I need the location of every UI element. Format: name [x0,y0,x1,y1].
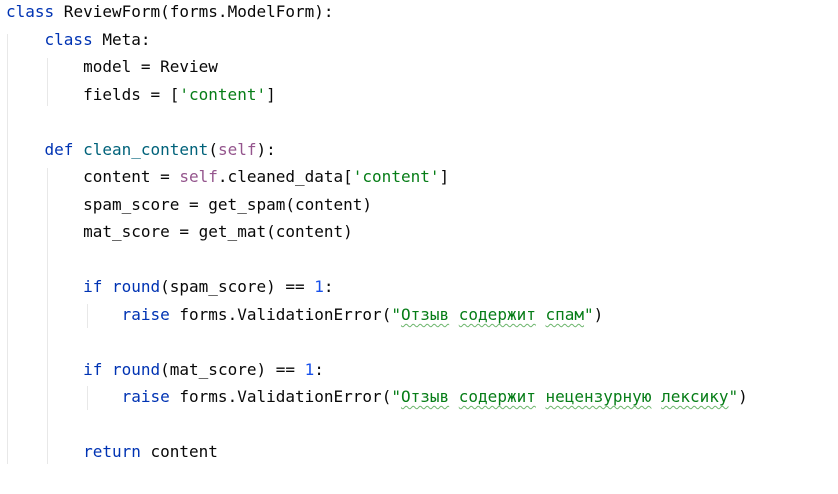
code-token: (spam_score) == [160,277,315,296]
code-token: : [314,360,324,379]
string-token-typo: содержит [458,387,536,406]
code-token: ] [439,167,450,186]
string-token [449,387,459,406]
keyword-token: if [83,360,103,379]
string-token: 'content' [179,85,267,104]
string-token-typo: лексику [661,387,729,406]
code-token: content [140,442,218,461]
code-token: ) [738,387,748,406]
self-token: self [179,167,218,186]
code-token: (mat_score) == [160,360,305,379]
code-token: ReviewForm(forms.ModelForm): [54,2,334,21]
string-token [449,305,459,324]
code-token: ( [208,140,218,159]
self-token: self [217,140,257,159]
keyword-token: if [83,277,103,296]
keyword-token: return [83,442,141,461]
keyword-token: raise [121,305,170,324]
code-line[interactable]: class ReviewForm(forms.ModelForm): [6,0,334,24]
code-line[interactable]: spam_score = get_spam(content) [6,193,372,217]
string-token: " [728,387,739,406]
code-token: fields = [ [83,85,180,104]
string-token [651,387,661,406]
code-line[interactable]: content = self.cleaned_data['content'] [6,165,449,189]
code-line[interactable]: raise forms.ValidationError("Отзыв содер… [6,303,604,327]
string-token-typo: Отзыв [400,387,450,406]
code-line[interactable]: model = Review [6,55,218,79]
code-line[interactable]: if round(spam_score) == 1: [6,275,334,299]
keyword-token: raise [121,387,170,406]
string-token-typo: Отзыв [400,305,450,324]
code-line[interactable]: if round(mat_score) == 1: [6,358,324,382]
code-line[interactable]: def clean_content(self): [6,138,276,162]
function-name-token: clean_content [83,140,209,159]
code-token: Meta: [92,30,151,49]
keyword-token: class [6,2,55,21]
code-line[interactable]: fields = ['content'] [6,83,276,107]
keyword-token: class [44,30,93,49]
string-token-typo: спам [545,305,585,324]
code-line[interactable]: mat_score = get_mat(content) [6,220,353,244]
code-token: content = [83,167,180,186]
number-token: 1 [314,277,324,296]
keyword-token: round [111,277,161,296]
string-token: " [391,387,401,406]
code-token: mat_score = get_mat(content) [83,222,353,241]
code-token: spam_score = get_spam(content) [83,195,373,214]
code-editor[interactable]: class ReviewForm(forms.ModelForm): class… [0,0,838,494]
string-token-typo: содержит [458,305,536,324]
number-token: 1 [304,360,315,379]
code-token: forms.ValidationError( [169,387,392,406]
keyword-token: round [111,360,161,379]
string-token: " [584,305,594,324]
code-token: ) [593,305,604,324]
code-line[interactable]: raise forms.ValidationError("Отзыв содер… [6,385,748,409]
code-token: forms.ValidationError( [169,305,392,324]
keyword-token: def [44,140,74,159]
string-token: 'content' [352,167,440,186]
code-token: .cleaned_data[ [217,167,353,186]
code-token: ] [266,85,276,104]
string-token-typo: нецензурную [545,387,652,406]
code-token: ): [256,140,276,159]
code-token: : [323,277,334,296]
code-line[interactable]: return content [6,440,218,464]
string-token: " [391,305,401,324]
code-line[interactable]: class Meta: [6,28,151,52]
code-token: model = Review [83,57,218,76]
